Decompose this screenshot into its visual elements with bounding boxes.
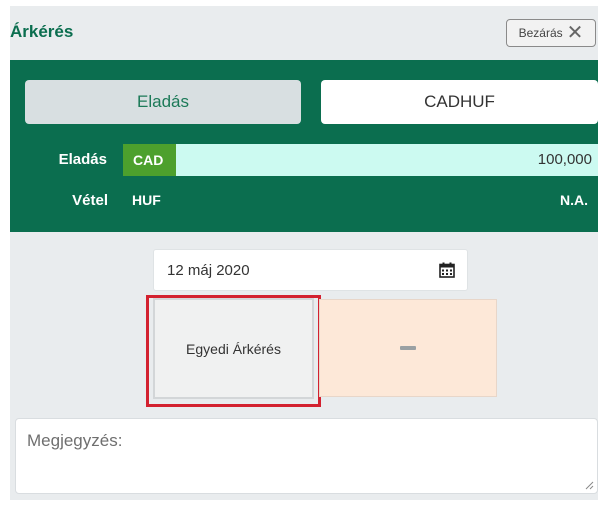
comment-placeholder: Megjegyzés: — [27, 431, 123, 450]
buy-currency: HUF — [132, 192, 161, 208]
tab-sell[interactable]: Eladás — [25, 80, 301, 124]
sell-amount-value: 100,000 — [537, 151, 592, 168]
sell-currency-badge: CAD — [123, 144, 176, 176]
close-icon: ✕ — [566, 22, 584, 44]
currency-pair-selector[interactable]: CADHUF — [321, 80, 598, 124]
custom-quote-button[interactable]: Egyedi Árkérés — [153, 298, 314, 399]
value-date-field[interactable]: 12 máj 2020 — [153, 249, 468, 291]
comment-field[interactable]: Megjegyzés: — [15, 418, 598, 494]
panel-title: Árkérés — [10, 22, 74, 41]
price-request-panel: Árkérés Bezárás ✕ Eladás CADHUF Eladás C… — [10, 6, 598, 500]
close-button[interactable]: Bezárás ✕ — [506, 19, 596, 47]
quote-result-box — [319, 299, 497, 397]
close-button-label: Bezárás — [518, 26, 563, 40]
dash-icon — [400, 346, 416, 350]
sell-row-label: Eladás — [58, 151, 107, 168]
panel-header: Árkérés Bezárás ✕ — [10, 6, 598, 60]
buy-rate-value: N.A. — [560, 192, 588, 208]
sell-amount-field[interactable]: CAD 100,000 — [123, 144, 598, 176]
resize-handle-icon[interactable] — [584, 480, 594, 490]
calendar-icon[interactable] — [439, 262, 455, 278]
buy-row-label: Vétel — [72, 192, 108, 209]
deal-summary: Eladás CADHUF Eladás CAD 100,000 Vétel H… — [10, 60, 598, 232]
value-date: 12 máj 2020 — [167, 262, 250, 279]
